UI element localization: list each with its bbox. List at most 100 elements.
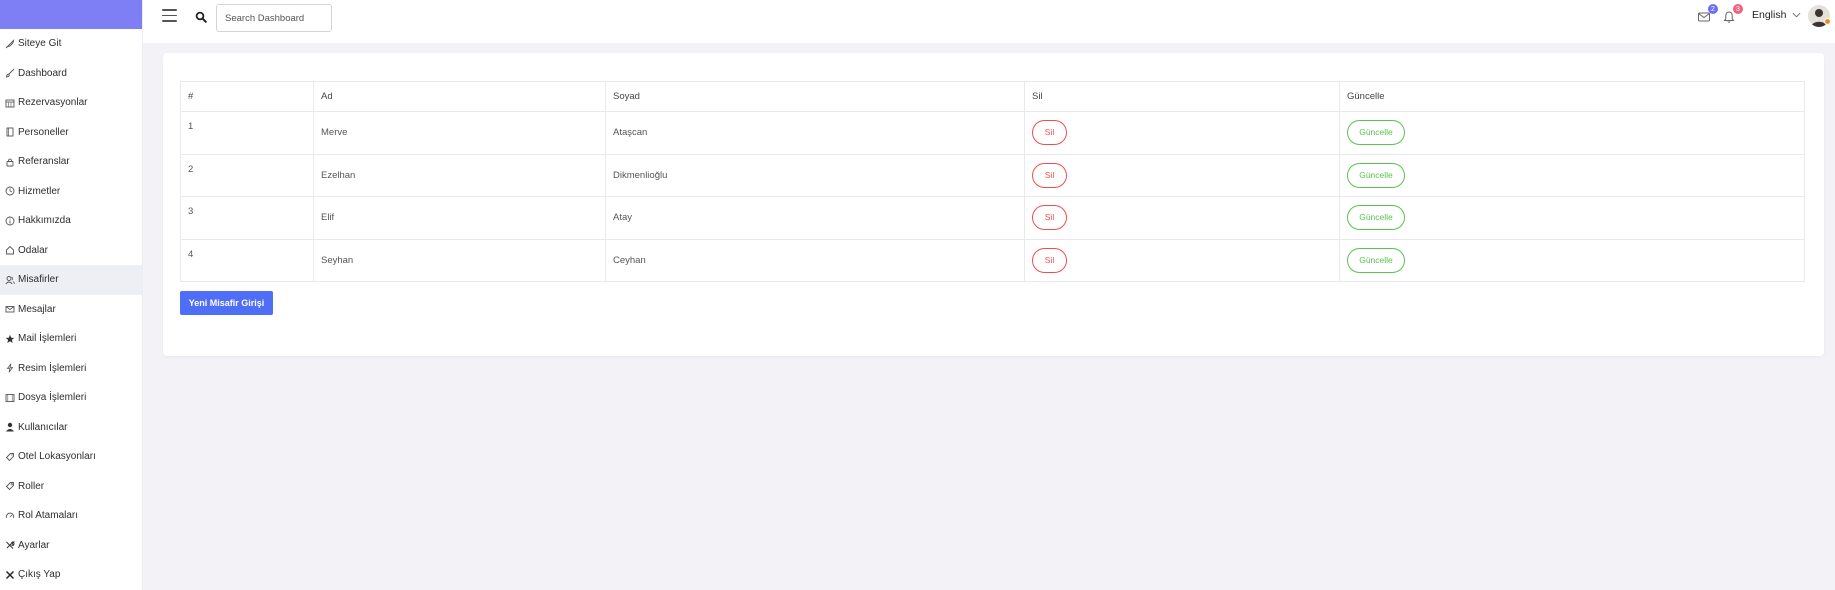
sidebar-item[interactable]: Hizmetler [0,177,142,207]
sidebar-item[interactable]: Misafirler [0,265,142,295]
sidebar-item-label: Otel Lokasyonları [18,451,96,463]
clock-icon [4,186,15,197]
sidebar-item-label: Mesajlar [18,303,56,315]
guest-first-name: Elif [313,196,606,240]
sidebar-item[interactable]: Rezervasyonlar [0,88,142,118]
update-button[interactable]: Güncelle [1347,247,1405,273]
topbar: 2 3 English [143,0,1835,43]
guests-table: # Ad Soyad Sil Güncelle 1 Merve Ataşcan Sil… [180,81,1805,282]
delete-cell: Sil [1024,196,1340,240]
table-row: 4 Seyhan Ceyhan Sil Güncelle [180,238,1805,282]
row-number: 2 [180,153,314,197]
sidebar-item[interactable]: Personeller [0,118,142,148]
sidebar-item-label: Dashboard [18,67,67,79]
notification-badge: 3 [1733,4,1743,14]
sidebar-item[interactable]: Roller [0,472,142,502]
row-number: 1 [180,111,314,155]
sidebar-item[interactable]: Rol Atamaları [0,501,142,531]
tag-icon [4,451,15,462]
rocket-icon [4,38,15,49]
column-header-guncelle: Güncelle [1339,81,1805,112]
mail-icon [4,304,15,315]
language-label: English [1752,9,1787,21]
delete-button[interactable]: Sil [1032,120,1067,146]
sidebar-item[interactable]: Kullanıcılar [0,413,142,443]
table-row: 3 Elif Atay Sil Güncelle [180,196,1805,240]
sidebar-item[interactable]: Mesajlar [0,295,142,325]
column-header-soyad: Soyad [605,81,1025,112]
mail-button[interactable]: 2 [1697,4,1718,24]
close-icon [4,569,15,580]
guest-first-name: Seyhan [313,238,606,282]
tag-outline-icon [4,481,15,492]
update-button[interactable]: Güncelle [1347,162,1405,188]
language-selector[interactable]: English [1752,9,1801,21]
row-number: 3 [180,196,314,240]
sidebar-item-label: Dosya İşlemleri [18,392,87,404]
chevron-down-icon [1793,12,1801,18]
delete-button[interactable]: Sil [1032,247,1067,273]
sidebar-item[interactable]: Otel Lokasyonları [0,442,142,472]
lock-icon [4,156,15,167]
search-input[interactable] [216,4,332,32]
update-button[interactable]: Güncelle [1347,120,1405,146]
column-header-sil: Sil [1024,81,1340,112]
book-icon [4,127,15,138]
update-cell: Güncelle [1339,196,1805,240]
tools-icon [4,540,15,551]
column-header-ad: Ad [313,81,606,112]
sidebar-item-label: Hakkımızda [18,215,71,227]
sidebar-item[interactable]: Çıkış Yap [0,560,142,590]
film-icon [4,392,15,403]
sidebar-item[interactable]: Odalar [0,236,142,266]
sidebar-item[interactable]: Siteye Git [0,29,142,59]
column-header-number: # [180,81,314,112]
sidebar-item-label: Odalar [18,244,49,256]
table-header-row: # Ad Soyad Sil Güncelle [180,81,1805,112]
sidebar-item[interactable]: Ayarlar [0,531,142,561]
mail-badge: 2 [1708,4,1718,14]
delete-button[interactable]: Sil [1032,162,1067,188]
table-row: 2 Ezelhan Dikmenlioğlu Sil Güncelle [180,153,1805,197]
update-cell: Güncelle [1339,238,1805,282]
delete-cell: Sil [1024,238,1340,282]
sidebar-item-label: Kullanıcılar [18,421,68,433]
sidebar: Siteye Git Dashboard Rezervasyonlar Persone… [0,0,143,590]
sidebar-item[interactable]: Mail İşlemleri [0,324,142,354]
sidebar-item[interactable]: Dosya İşlemleri [0,383,142,413]
sidebar-item-label: Roller [18,480,45,492]
guest-last-name: Atay [605,196,1025,240]
sidebar-item-label: Ayarlar [18,539,50,551]
delete-button[interactable]: Sil [1032,205,1067,231]
guest-last-name: Ataşcan [605,111,1025,155]
brand-bar [0,0,142,29]
update-button[interactable]: Güncelle [1347,205,1405,231]
sidebar-item[interactable]: Hakkımızda [0,206,142,236]
sidebar-item-label: Referanslar [18,156,70,168]
row-number: 4 [180,238,314,282]
notification-button[interactable]: 3 [1722,4,1743,24]
sidebar-item-label: Rezervasyonlar [18,97,88,109]
search-icon[interactable] [195,10,207,23]
new-guest-button[interactable]: Yeni Misafir Girişi [180,291,273,315]
guest-last-name: Dikmenlioğlu [605,153,1025,197]
sidebar-item-label: Çıkış Yap [18,569,61,581]
guest-first-name: Merve [313,111,606,155]
sidebar-item-label: Resim İşlemleri [18,362,87,374]
table-row: 1 Merve Ataşcan Sil Güncelle [180,111,1805,155]
sidebar-nav: Siteye Git Dashboard Rezervasyonlar Persone… [0,29,142,590]
sidebar-item[interactable]: Referanslar [0,147,142,177]
update-cell: Güncelle [1339,111,1805,155]
sidebar-item[interactable]: Dashboard [0,59,142,89]
guest-last-name: Ceyhan [605,238,1025,282]
sidebar-item-label: Personeller [18,126,69,138]
menu-toggle-icon[interactable] [162,9,177,23]
sidebar-item-label: Siteye Git [18,38,62,50]
info-icon [4,215,15,226]
guest-first-name: Ezelhan [313,153,606,197]
calendar-icon [4,97,15,108]
delete-cell: Sil [1024,153,1340,197]
sidebar-item-label: Misafirler [18,274,59,286]
sidebar-item[interactable]: Resim İşlemleri [0,354,142,384]
sidebar-item-label: Rol Atamaları [18,510,79,522]
